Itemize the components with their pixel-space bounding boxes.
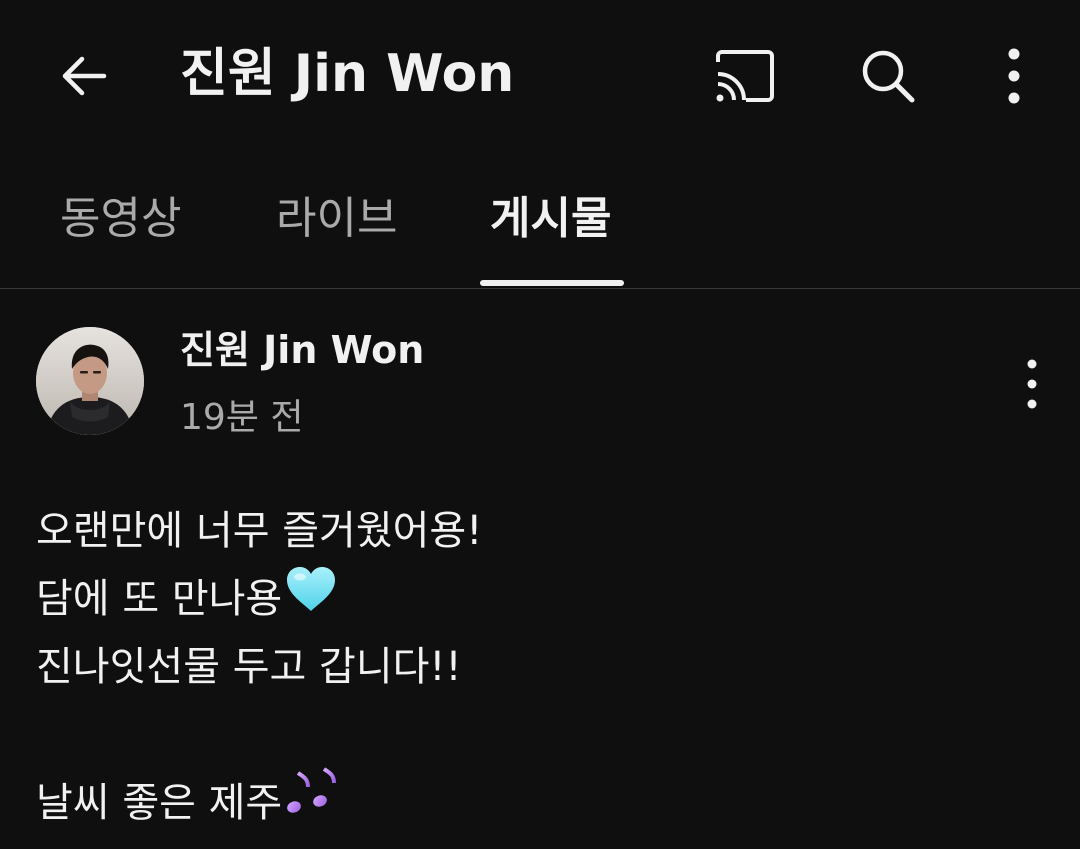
tab-live[interactable]: 라이브 — [276, 184, 397, 254]
post-more-button[interactable] — [1002, 349, 1062, 419]
community-post: 진원 Jin Won 19분 전 오랜만에 너무 즐거웠어용! 담에 또 만나용 — [0, 289, 1080, 849]
back-button[interactable] — [44, 36, 124, 116]
post-line-text: 오랜만에 너무 즐거웠어용! — [36, 508, 483, 554]
search-button[interactable] — [848, 36, 928, 116]
post-text: 오랜만에 너무 즐거웠어용! 담에 또 만나용 진나잇선물 두고 갑니다!! 날… — [36, 497, 1046, 837]
avatar[interactable] — [36, 327, 144, 435]
post-line-blank — [36, 701, 1046, 769]
channel-tabs: 동영상 라이브 게시물 — [0, 150, 1080, 289]
post-line-text: 날씨 좋은 제주 — [36, 780, 283, 826]
avatar-photo — [36, 327, 144, 435]
tab-posts[interactable]: 게시물 — [490, 184, 611, 254]
youtube-channel-screen: 진원 Jin Won 동영상 라이브 게시물 진원 Jin Won 19분 전 … — [0, 0, 1080, 849]
post-timestamp: 19분 전 — [180, 397, 304, 438]
channel-title: 진원 Jin Won — [180, 44, 515, 104]
post-author[interactable]: 진원 Jin Won — [180, 325, 424, 375]
post-line: 오랜만에 너무 즐거웠어용! — [36, 497, 1046, 565]
post-line-text: 담에 또 만나용 — [36, 576, 283, 622]
post-line: 날씨 좋은 제주 — [36, 766, 1046, 837]
top-app-bar: 진원 Jin Won — [0, 0, 1080, 150]
light-blue-heart-icon — [284, 564, 338, 635]
post-line: 진나잇선물 두고 갑니다!! — [36, 633, 1046, 701]
cast-button[interactable] — [704, 36, 784, 116]
tab-videos[interactable]: 동영상 — [60, 184, 181, 254]
more-options-button[interactable] — [984, 36, 1044, 116]
musical-notes-icon — [284, 765, 340, 842]
cast-icon — [716, 50, 774, 102]
more-vertical-icon — [1027, 359, 1037, 409]
post-line-text: 진나잇선물 두고 갑니다!! — [36, 644, 462, 690]
arrow-left-icon — [62, 56, 107, 96]
active-tab-indicator — [480, 280, 624, 286]
search-icon — [862, 50, 915, 103]
more-vertical-icon — [1008, 48, 1020, 104]
post-line: 담에 또 만나용 — [36, 565, 1046, 633]
